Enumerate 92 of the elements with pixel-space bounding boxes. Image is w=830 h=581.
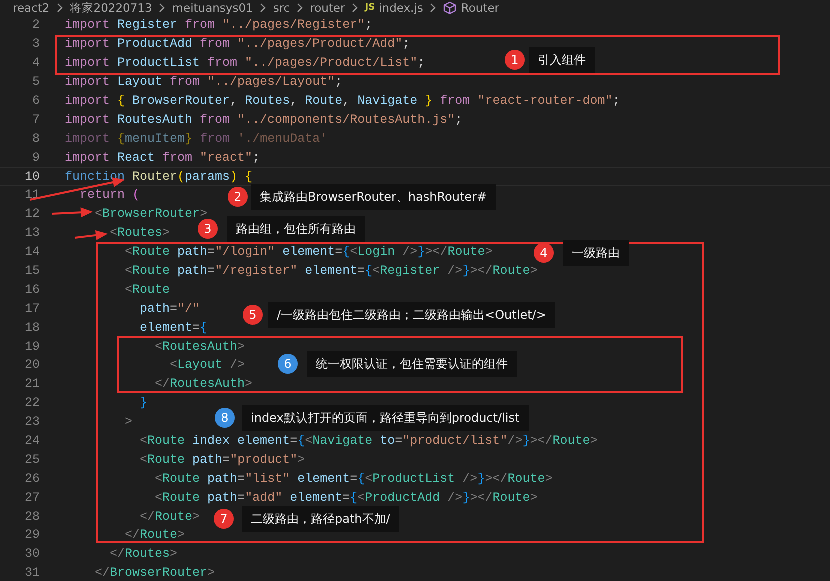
code-line: <BrowserRouter> — [95, 207, 208, 222]
code-line: <Routes> — [110, 226, 170, 240]
code-line: function Router(params) { — [65, 170, 253, 184]
line-number: 8 — [31, 132, 40, 146]
line-number: 4 — [31, 56, 40, 70]
code-line: <Route — [125, 282, 170, 297]
number-badge: 4 — [534, 243, 554, 263]
line-number: 22 — [24, 396, 40, 410]
line-number: 29 — [24, 528, 40, 542]
code-line: path="/" — [140, 302, 200, 316]
line-number: 7 — [31, 112, 40, 127]
line-number: 18 — [24, 320, 40, 335]
line-number: 13 — [24, 226, 40, 240]
code-line: <Route path="product"> — [140, 452, 306, 467]
code-line: </RoutesAuth> — [155, 377, 253, 392]
line-number: 17 — [24, 302, 40, 316]
chevron-icon — [158, 3, 166, 13]
line-number: 23 — [24, 415, 40, 430]
code-line: <RoutesAuth> — [155, 340, 246, 354]
line-number: 10 — [24, 170, 40, 184]
line-number: 9 — [31, 150, 40, 165]
breadcrumb-item[interactable]: Router — [443, 1, 500, 15]
code-line: import Register from "../pages/Register"; — [65, 18, 373, 32]
number-badge: 7 — [214, 509, 234, 529]
breadcrumb-item[interactable]: meituansys01 — [172, 1, 254, 15]
line-number: 14 — [24, 245, 40, 260]
cube-icon — [443, 1, 458, 15]
line-number: 12 — [24, 207, 40, 222]
callout-label: 路由组，包住所有路由 — [227, 216, 365, 242]
code-line: <Route path="add" element={<ProductAdd />}></Route> — [155, 490, 538, 505]
callout-label: 集成路由BrowserRouter、hashRouter# — [251, 184, 496, 210]
breadcrumb-item[interactable]: react2 — [13, 1, 50, 15]
number-badge: 5 — [243, 305, 263, 325]
code-line: <Route path="/register" element={<Register />}></Route> — [125, 264, 538, 278]
breadcrumb-item[interactable]: JS index.js — [365, 1, 424, 15]
code-line: import { BrowserRouter, Routes, Route, Navigate } from "react-router-dom"; — [65, 94, 620, 108]
code-line: </Route> — [140, 510, 200, 524]
arrow — [52, 208, 93, 218]
code-line: <Route path="list" element={<ProductList />}></Route> — [155, 472, 553, 486]
code-line: > — [125, 415, 133, 430]
line-number: 26 — [24, 472, 40, 486]
line-number: 20 — [24, 358, 40, 372]
code-line: import RoutesAuth from "../components/RoutesAuth.js"; — [65, 112, 463, 127]
chevron-icon — [56, 3, 64, 13]
line-number: 19 — [24, 340, 40, 354]
line-number: 6 — [31, 94, 40, 108]
chevron-icon — [296, 3, 304, 13]
line-number: 16 — [24, 282, 40, 297]
line-number: 11 — [24, 188, 40, 202]
number-badge: 2 — [228, 187, 248, 207]
code-line: </Routes> — [110, 547, 178, 562]
line-number: 21 — [24, 377, 40, 392]
breadcrumb-item[interactable]: router — [310, 1, 346, 15]
line-number: 25 — [24, 452, 40, 467]
chevron-icon — [259, 3, 268, 13]
line-number: 24 — [24, 434, 40, 448]
line-number: 28 — [24, 510, 40, 524]
code-line: return ( — [80, 188, 140, 202]
chevron-icon — [351, 3, 360, 13]
code-line: <Route path="/login" element={<Login />}></Route> — [125, 245, 493, 260]
callout-label: 二级路由，路径path不加/ — [242, 506, 400, 532]
code-line: } — [140, 396, 148, 410]
line-number: 31 — [24, 566, 40, 580]
line-number: 30 — [24, 547, 40, 562]
callout-label: /一级路由包住二级路由；二级路由输出<Outlet/> — [268, 302, 556, 328]
code-line: <Layout /> — [170, 358, 246, 372]
callout-label: 一级路由 — [563, 240, 629, 266]
number-badge: 1 — [505, 50, 525, 70]
line-number: 15 — [24, 264, 40, 278]
callout-label: 统一权限认证，包住需要认证的组件 — [307, 351, 517, 377]
code-line: import React from "react"; — [65, 150, 260, 165]
number-badge: 8 — [215, 408, 235, 428]
line-number: 5 — [31, 75, 40, 90]
code-line: <Route index element={<Navigate to="product/list"/>}></Route> — [140, 434, 598, 448]
breadcrumb-item[interactable]: src — [273, 1, 290, 15]
code-line: import ProductList from "../pages/Product/List"; — [65, 56, 426, 70]
code-line: element={ — [140, 320, 208, 335]
code-line: import ProductAdd from "../pages/Product/Add"; — [65, 37, 410, 52]
number-badge: 6 — [278, 354, 298, 374]
callout-label: 引入组件 — [529, 47, 595, 73]
code-line: </Route> — [125, 528, 186, 542]
number-badge: 3 — [198, 219, 218, 239]
arrow — [74, 230, 108, 240]
line-number: 3 — [31, 37, 40, 52]
chevron-icon — [429, 3, 438, 13]
code-line: import {menuItem} from './menuData' — [65, 132, 328, 146]
line-number: 27 — [24, 490, 40, 505]
line-number: 2 — [31, 18, 40, 32]
callout-label: index默认打开的页面，路径重导向到product/list — [242, 405, 529, 431]
code-line: import Layout from "../pages/Layout"; — [65, 75, 343, 90]
code-line: </BrowserRouter> — [95, 566, 216, 580]
breadcrumb-item[interactable]: 将家20220713 — [70, 0, 152, 16]
